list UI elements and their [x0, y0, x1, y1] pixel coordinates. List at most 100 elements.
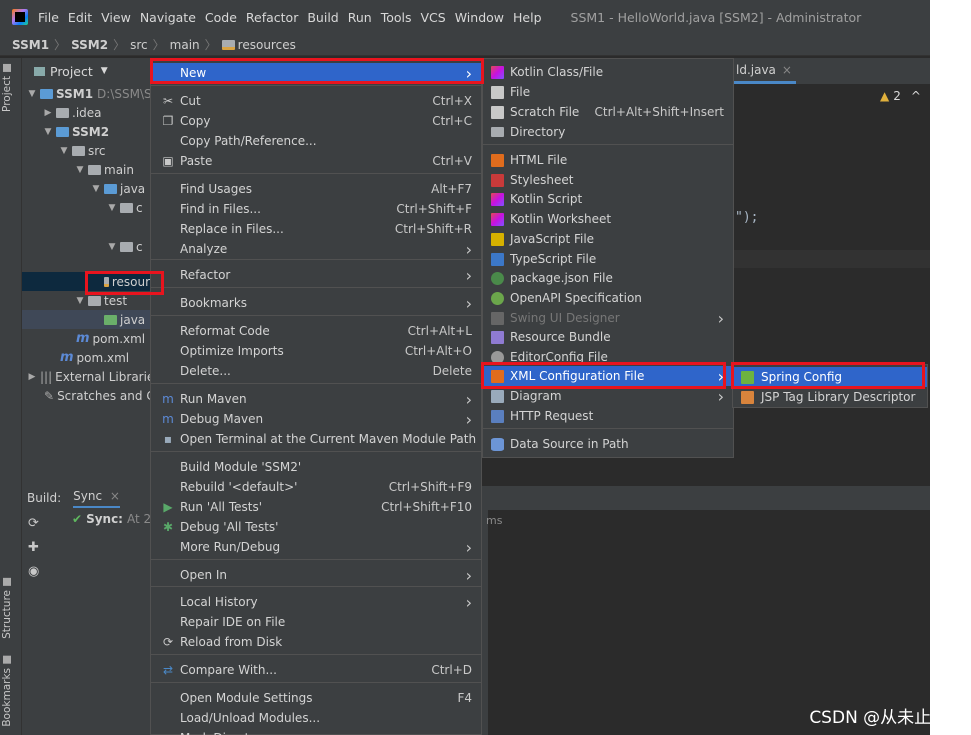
- chevron-up-icon[interactable]: ^: [911, 89, 921, 103]
- chevron-down-icon[interactable]: ▼: [74, 165, 86, 175]
- context-menu-item-replace-in-files[interactable]: Replace in Files... Ctrl+Shift+R: [151, 219, 481, 239]
- context-menu-item-mark-directory-as[interactable]: Mark Directory as: [151, 728, 481, 735]
- new-item-resource-bundle[interactable]: Resource Bundle: [483, 327, 733, 347]
- tree-item-pom-ssm1[interactable]: m pom.xml: [22, 348, 170, 367]
- context-menu-item-rebuild-default[interactable]: Rebuild '<default>' Ctrl+Shift+F9: [151, 477, 481, 497]
- context-menu-item-debug-maven[interactable]: m Debug Maven ›: [151, 409, 481, 429]
- context-menu-item-local-history[interactable]: Local History ›: [151, 592, 481, 612]
- new-item-editorconfig-file[interactable]: EditorConfig File: [483, 347, 733, 367]
- tree-item-test-java[interactable]: java: [22, 310, 170, 329]
- context-menu-item-new[interactable]: New ›: [151, 63, 481, 83]
- chevron-down-icon[interactable]: ▼: [74, 296, 86, 306]
- context-menu-item-find-in-files[interactable]: Find in Files... Ctrl+Shift+F: [151, 199, 481, 219]
- tree-item-src[interactable]: ▼ src: [22, 141, 170, 160]
- tree-item-java[interactable]: ▼ java: [22, 179, 170, 198]
- context-menu-item-run-all-tests[interactable]: ▶ Run 'All Tests' Ctrl+Shift+F10: [151, 497, 481, 517]
- context-menu-item-bookmarks[interactable]: Bookmarks ›: [151, 293, 481, 313]
- context-menu-item-optimize-imports[interactable]: Optimize Imports Ctrl+Alt+O: [151, 341, 481, 361]
- context-menu-item-reformat-code[interactable]: Reformat Code Ctrl+Alt+L: [151, 321, 481, 341]
- new-item-swing-ui-designer[interactable]: Swing UI Designer ›: [483, 308, 733, 328]
- breadcrumb-src[interactable]: src: [130, 38, 148, 52]
- chevron-down-icon[interactable]: ▼: [58, 146, 70, 156]
- new-item-directory[interactable]: Directory: [483, 122, 733, 142]
- project-view-label[interactable]: Project: [50, 64, 93, 79]
- breadcrumb-ssm2[interactable]: SSM2: [71, 38, 108, 52]
- new-item-kotlin-class-file[interactable]: Kotlin Class/File: [483, 62, 733, 82]
- menu-tools[interactable]: Tools: [381, 10, 412, 25]
- tree-item-ssm1[interactable]: ▼ SSM1 D:\SSM\S: [22, 84, 170, 103]
- new-item-diagram[interactable]: Diagram ›: [483, 386, 733, 406]
- menu-code[interactable]: Code: [205, 10, 237, 25]
- chevron-down-icon[interactable]: ▼: [90, 184, 102, 194]
- close-icon[interactable]: ×: [110, 489, 120, 503]
- context-menu-item-cut[interactable]: ✂ Cut Ctrl+X: [151, 91, 481, 111]
- chevron-down-icon[interactable]: ▼: [106, 203, 118, 213]
- breadcrumb-main[interactable]: main: [170, 38, 200, 52]
- context-menu-item-compare-with[interactable]: ⇄ Compare With... Ctrl+D: [151, 660, 481, 680]
- chevron-down-icon[interactable]: ▼: [106, 242, 118, 252]
- stripe-tab-bookmarks[interactable]: Bookmarks: [1, 656, 13, 727]
- tree-item-idea[interactable]: ▶ .idea: [22, 103, 170, 122]
- stripe-tab-project[interactable]: Project: [1, 64, 13, 112]
- sync-status-row[interactable]: ✔ Sync: At 20: [72, 512, 159, 526]
- eye-icon[interactable]: ◉: [28, 564, 39, 579]
- menu-view[interactable]: View: [101, 10, 131, 25]
- tree-item-ssm2[interactable]: ▼ SSM2: [22, 122, 170, 141]
- new-item-xml-configuration-file[interactable]: XML Configuration File ›: [483, 366, 733, 386]
- refresh-icon[interactable]: ⟳: [28, 516, 39, 531]
- new-item-package-json-file[interactable]: package.json File: [483, 268, 733, 288]
- pin-icon[interactable]: ✚: [28, 540, 39, 555]
- chevron-down-icon[interactable]: ▼: [42, 127, 54, 137]
- context-menu-item-load-unload-modules[interactable]: Load/Unload Modules...: [151, 708, 481, 728]
- context-menu-item-reload-from-disk[interactable]: ⟳ Reload from Disk: [151, 632, 481, 652]
- new-item-openapi-specification[interactable]: OpenAPI Specification: [483, 288, 733, 308]
- xml-item-jsp-tag-library-descriptor[interactable]: JSP Tag Library Descriptor: [733, 387, 927, 407]
- context-menu-item-delete[interactable]: Delete... Delete: [151, 361, 481, 381]
- warnings-indicator[interactable]: ▲ 2 ^: [880, 89, 921, 103]
- context-menu-item-open-in[interactable]: Open In ›: [151, 565, 481, 585]
- menu-help[interactable]: Help: [513, 10, 542, 25]
- context-menu-item-paste[interactable]: ▣ Paste Ctrl+V: [151, 151, 481, 171]
- close-icon[interactable]: ×: [782, 63, 792, 77]
- chevron-down-icon[interactable]: ▼: [101, 66, 108, 76]
- menu-build[interactable]: Build: [307, 10, 338, 25]
- context-menu-item-repair-ide-on-file[interactable]: Repair IDE on File: [151, 612, 481, 632]
- menu-navigate[interactable]: Navigate: [140, 10, 196, 25]
- new-item-file[interactable]: File: [483, 82, 733, 102]
- chevron-right-icon[interactable]: ▶: [26, 372, 38, 382]
- context-menu-item-run-maven[interactable]: m Run Maven ›: [151, 389, 481, 409]
- tree-item-test[interactable]: ▼ test: [22, 291, 170, 310]
- context-menu-item-build-module-ssm2[interactable]: Build Module 'SSM2': [151, 457, 481, 477]
- menu-window[interactable]: Window: [455, 10, 504, 25]
- editor-tab[interactable]: ld.java ×: [732, 58, 796, 84]
- tree-item-pom-ssm2[interactable]: m pom.xml: [22, 329, 170, 348]
- build-tab-sync[interactable]: Sync ×: [73, 489, 120, 508]
- menu-vcs[interactable]: VCS: [421, 10, 446, 25]
- stripe-tab-structure[interactable]: Structure: [1, 578, 13, 639]
- chevron-down-icon[interactable]: ▼: [26, 89, 38, 99]
- menu-run[interactable]: Run: [348, 10, 372, 25]
- context-menu-item-debug-all-tests[interactable]: ✱ Debug 'All Tests': [151, 517, 481, 537]
- context-menu-item-find-usages[interactable]: Find Usages Alt+F7: [151, 179, 481, 199]
- new-item-kotlin-worksheet[interactable]: Kotlin Worksheet: [483, 209, 733, 229]
- tree-item-resources[interactable]: resources: [22, 272, 170, 291]
- new-item-data-source-in-path[interactable]: Data Source in Path: [483, 434, 733, 454]
- new-item-javascript-file[interactable]: JavaScript File: [483, 229, 733, 249]
- new-item-stylesheet[interactable]: Stylesheet: [483, 170, 733, 190]
- new-item-typescript-file[interactable]: TypeScript File: [483, 249, 733, 269]
- new-item-http-request[interactable]: HTTP Request: [483, 406, 733, 426]
- tree-item-external-libraries[interactable]: ▶ ||| External Libraries: [22, 367, 170, 386]
- new-item-kotlin-script[interactable]: Kotlin Script: [483, 189, 733, 209]
- menu-file[interactable]: File: [38, 10, 59, 25]
- context-menu-item-copy[interactable]: ❐ Copy Ctrl+C: [151, 111, 481, 131]
- context-menu-item-analyze[interactable]: Analyze ›: [151, 239, 481, 259]
- xml-item-spring-config[interactable]: Spring Config: [733, 367, 927, 387]
- tree-item-scratches[interactable]: ✎ Scratches and Consoles: [22, 386, 170, 405]
- tree-item-package[interactable]: ▼ c: [22, 198, 170, 217]
- tree-item-main[interactable]: ▼ main: [22, 160, 170, 179]
- context-menu-item-copy-path-reference[interactable]: Copy Path/Reference...: [151, 131, 481, 151]
- context-menu-item-more-run-debug[interactable]: More Run/Debug ›: [151, 537, 481, 557]
- breadcrumb-ssm1[interactable]: SSM1: [12, 38, 49, 52]
- breadcrumb-resources[interactable]: resources: [238, 38, 296, 52]
- context-menu-item-refactor[interactable]: Refactor ›: [151, 265, 481, 285]
